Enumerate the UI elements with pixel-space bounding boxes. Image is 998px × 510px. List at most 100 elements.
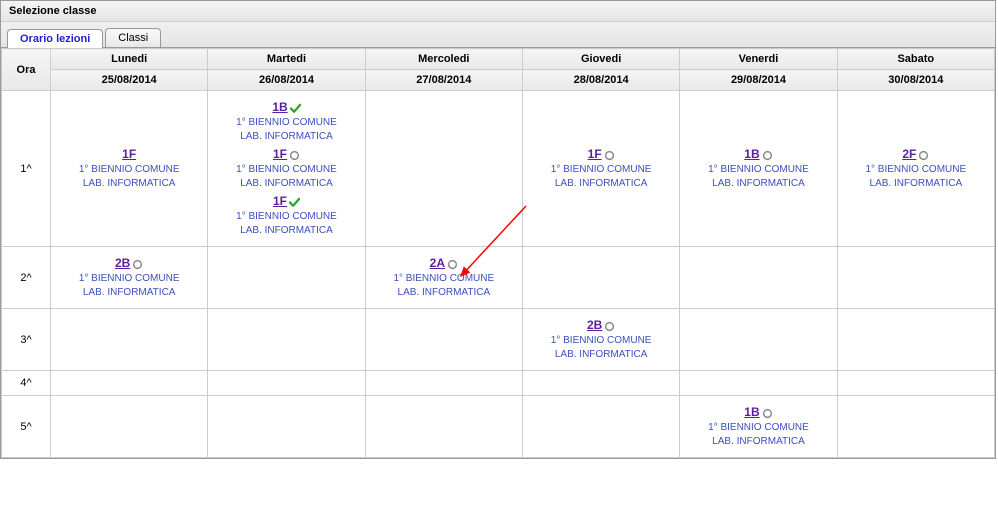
window: Selezione classe Orario lezioni Classi O… [0,0,996,459]
slot-cell [522,247,679,309]
slot-cell [208,309,365,371]
slot-cell: 1B 1° BIENNIO COMUNE LAB. INFORMATICA [680,396,837,458]
course-line-1: 1° BIENNIO COMUNE [79,164,180,175]
slot-cell: 1F 1° BIENNIO COMUNE LAB. INFORMATICA [522,91,679,247]
slot-entry: 1F 1° BIENNIO COMUNE LAB. INFORMATICA [53,146,205,191]
slot-entry: 2B1° BIENNIO COMUNELAB. INFORMATICA [53,255,205,300]
class-link[interactable]: 1B [744,147,759,161]
table-head: Ora Lunedi Martedi Mercoledi Giovedi Ven… [2,49,995,91]
header-day-1: Martedi [208,49,365,70]
circle-icon [604,150,615,161]
slot-cell: 2B 1° BIENNIO COMUNE LAB. INFORMATICA [522,309,679,371]
class-link[interactable]: 1F [273,147,287,161]
slot-entry: 1F 1° BIENNIO COMUNE LAB. INFORMATICA [525,146,677,191]
course-line-1: 1° BIENNIO COMUNE [393,273,494,284]
course-line-2: LAB. INFORMATICA [398,287,491,298]
slot-cell: 2A 1° BIENNIO COMUNE LAB. INFORMATICA [365,247,522,309]
header-date-1: 26/08/2014 [208,70,365,91]
class-link[interactable]: 1F [273,194,287,208]
header-ora: Ora [2,49,51,91]
circle-icon [132,259,143,270]
course-line-2: LAB. INFORMATICA [555,178,648,189]
circle-icon [289,150,300,161]
slot-cell [51,371,208,396]
header-day-5: Sabato [837,49,994,70]
table-row: 5^ 1B 1° BIENNIO COMUNE LAB. INFORMATICA [2,396,995,458]
header-day-0: Lunedi [51,49,208,70]
header-date-3: 28/08/2014 [522,70,679,91]
course-line-2: LAB. INFORMATICA [83,178,176,189]
course-line-2: LAB. INFORMATICA [240,225,333,236]
course-line-1: 1° BIENNIO COMUNE [551,335,652,346]
class-link[interactable]: 2A [430,256,445,270]
class-link[interactable]: 1F [122,147,136,161]
course-line-2: LAB. INFORMATICA [555,349,648,360]
tab-orario-lezioni[interactable]: Orario lezioni [7,29,103,48]
header-day-2: Mercoledi [365,49,522,70]
slot-cell [837,396,994,458]
course-line-2: LAB. INFORMATICA [240,131,333,142]
class-link[interactable]: 2F [902,147,916,161]
slot-entry: 2B 1° BIENNIO COMUNE LAB. INFORMATICA [525,317,677,362]
header-date-0: 25/08/2014 [51,70,208,91]
slot-entry: 2A 1° BIENNIO COMUNE LAB. INFORMATICA [368,255,520,300]
slot-cell [208,396,365,458]
table-row: 2^2B1° BIENNIO COMUNELAB. INFORMATICA 2A… [2,247,995,309]
slot-cell [837,309,994,371]
hour-label: 1^ [2,91,51,247]
slot-cell: 2F 1° BIENNIO COMUNE LAB. INFORMATICA [837,91,994,247]
schedule-table: Ora Lunedi Martedi Mercoledi Giovedi Ven… [1,48,995,458]
course-line-2: LAB. INFORMATICA [83,287,176,298]
course-line-1: 1° BIENNIO COMUNE [236,164,337,175]
circle-icon [762,150,773,161]
slot-cell [680,309,837,371]
circle-icon [447,259,458,270]
slot-cell: 1B1° BIENNIO COMUNELAB. INFORMATICA [680,91,837,247]
course-line-1: 1° BIENNIO COMUNE [708,422,809,433]
header-date-2: 27/08/2014 [365,70,522,91]
class-link[interactable]: 2B [115,256,130,270]
course-line-1: 1° BIENNIO COMUNE [865,164,966,175]
slot-entry: 1F1° BIENNIO COMUNELAB. INFORMATICA [210,193,362,238]
slot-entry: 1B1° BIENNIO COMUNELAB. INFORMATICA [682,146,834,191]
slot-entry: 2F 1° BIENNIO COMUNE LAB. INFORMATICA [840,146,992,191]
slot-cell: 1F 1° BIENNIO COMUNE LAB. INFORMATICA [51,91,208,247]
class-link[interactable]: 1B [744,405,759,419]
course-line-2: LAB. INFORMATICA [712,436,805,447]
course-line-1: 1° BIENNIO COMUNE [236,117,337,128]
course-line-2: LAB. INFORMATICA [870,178,963,189]
slot-cell [51,309,208,371]
tab-classi[interactable]: Classi [105,28,161,47]
window-title: Selezione classe [1,1,995,22]
circle-icon [762,408,773,419]
slot-cell [365,309,522,371]
slot-cell [208,371,365,396]
header-date-5: 30/08/2014 [837,70,994,91]
slot-cell [837,371,994,396]
slot-cell [837,247,994,309]
class-link[interactable]: 2B [587,318,602,332]
slot-cell [522,396,679,458]
header-day-3: Giovedi [522,49,679,70]
check-icon [289,197,300,208]
course-line-1: 1° BIENNIO COMUNE [551,164,652,175]
slot-entry: 1B 1° BIENNIO COMUNE LAB. INFORMATICA [682,404,834,449]
hour-label: 2^ [2,247,51,309]
class-link[interactable]: 1F [588,147,602,161]
course-line-2: LAB. INFORMATICA [240,178,333,189]
slot-cell [680,247,837,309]
slot-entry: 1F 1° BIENNIO COMUNE LAB. INFORMATICA [210,146,362,191]
slot-cell: 2B1° BIENNIO COMUNELAB. INFORMATICA [51,247,208,309]
header-day-4: Venerdi [680,49,837,70]
hour-label: 5^ [2,396,51,458]
course-line-2: LAB. INFORMATICA [712,178,805,189]
table-row: 3^ 2B 1° BIENNIO COMUNE LAB. INFORMATICA [2,309,995,371]
hour-label: 4^ [2,371,51,396]
slot-cell [680,371,837,396]
check-icon [290,103,301,114]
hour-label: 3^ [2,309,51,371]
slot-cell [365,371,522,396]
slot-cell [208,247,365,309]
class-link[interactable]: 1B [272,100,287,114]
slot-cell: 1B 1° BIENNIO COMUNE LAB. INFORMATICA 1F 1° … [208,91,365,247]
